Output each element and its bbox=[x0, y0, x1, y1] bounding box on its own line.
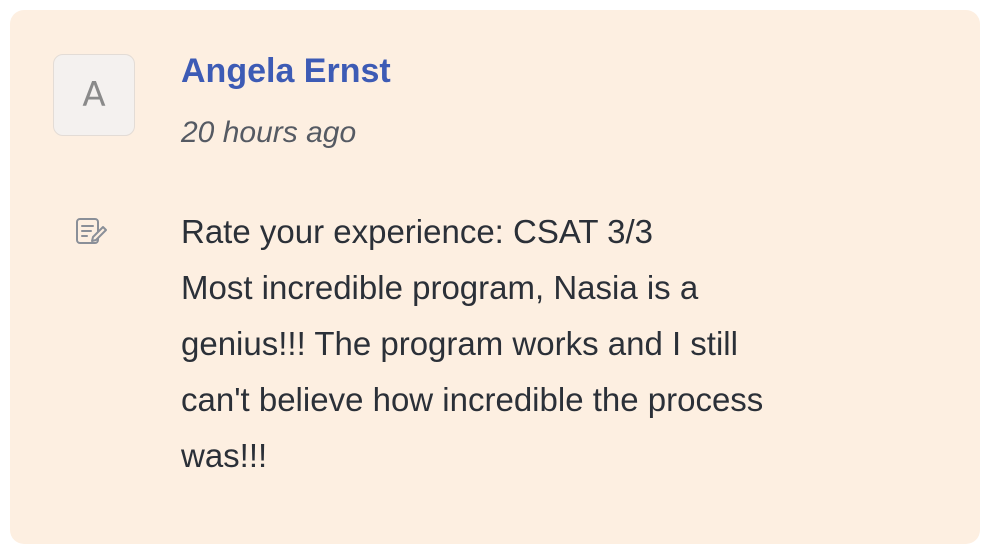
comment-timestamp: 20 hours ago bbox=[181, 116, 357, 149]
note-edit-icon bbox=[76, 218, 107, 244]
comment-body-line: was!!! bbox=[181, 437, 268, 474]
comment-card: A Angela Ernst 20 hours ago Rate your ex… bbox=[10, 10, 980, 544]
comment-body-line: genius!!! The program works and I still bbox=[181, 325, 738, 362]
author-name-link[interactable]: Angela Ernst bbox=[181, 52, 391, 91]
comment-body-line: can't believe how incredible the process bbox=[181, 381, 764, 418]
comment-body-line: Rate your experience: CSAT 3/3 bbox=[181, 213, 654, 250]
comment-body: Rate your experience: CSAT 3/3 Most incr… bbox=[181, 204, 881, 484]
comment-body-line: Most incredible program, Nasia is a bbox=[181, 269, 699, 306]
avatar: A bbox=[53, 54, 135, 136]
